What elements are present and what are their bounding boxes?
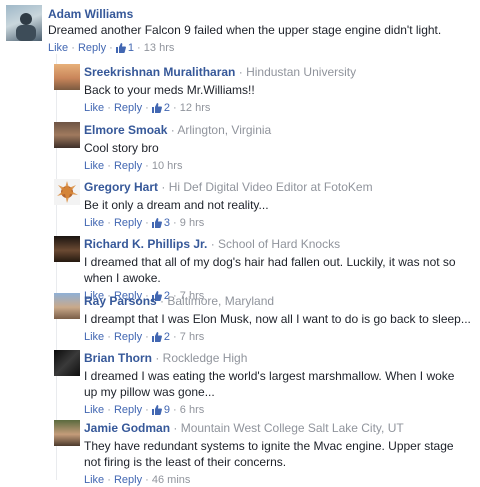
- avatar-illustration-icon: [57, 181, 78, 203]
- like-count[interactable]: 3: [151, 217, 170, 229]
- avatar[interactable]: [54, 122, 80, 148]
- reply-link[interactable]: Reply: [114, 160, 142, 172]
- like-link[interactable]: Like: [84, 160, 104, 172]
- reply-link[interactable]: Reply: [114, 102, 142, 114]
- like-link[interactable]: Like: [84, 102, 104, 114]
- comment-text: They have redundant systems to ignite th…: [84, 439, 454, 469]
- comment-adam-williams: Adam Williams Dreamed another Falcon 9 f…: [6, 5, 476, 55]
- commenter-name[interactable]: Brian Thorn: [84, 351, 152, 365]
- reply-ray-parsons: Ray Parsons · Baltimore, Maryland I drea…: [54, 293, 474, 343]
- commenter-name[interactable]: Adam Williams: [48, 7, 133, 21]
- comment-text: I dreamed I was eating the world's large…: [84, 369, 455, 399]
- reply-link[interactable]: Reply: [114, 474, 142, 486]
- reply-link[interactable]: Reply: [114, 331, 142, 343]
- timestamp[interactable]: 6 hrs: [180, 404, 204, 416]
- commenter-affiliation[interactable]: Hindustan University: [246, 65, 356, 79]
- comment-actions: Like · Reply · 2 · 12 hrs: [84, 102, 211, 114]
- reply-brian-thorn: Brian Thorn · Rockledge High I dreamed I…: [54, 350, 474, 416]
- commenter-affiliation[interactable]: Arlington, Virginia: [177, 123, 271, 137]
- commenter-name[interactable]: Richard K. Phillips Jr.: [84, 237, 207, 251]
- comment-text: I dreamed that all of my dog's hair had …: [84, 255, 456, 285]
- reply-sreekrishnan-muralitharan: Sreekrishnan Muralitharan · Hindustan Un…: [54, 64, 474, 114]
- thumbs-up-icon: [151, 405, 162, 415]
- commenter-affiliation[interactable]: Baltimore, Maryland: [167, 294, 274, 308]
- reply-link[interactable]: Reply: [78, 42, 106, 54]
- reply-richard-k-phillips-jr: Richard K. Phillips Jr. · School of Hard…: [54, 236, 474, 302]
- commenter-affiliation[interactable]: Hi Def Digital Video Editor at FotoKem: [169, 180, 373, 194]
- timestamp[interactable]: 12 hrs: [180, 102, 211, 114]
- thumbs-up-icon: [151, 103, 162, 113]
- like-link[interactable]: Like: [84, 331, 104, 343]
- commenter-affiliation[interactable]: Mountain West College Salt Lake City, UT: [181, 421, 404, 435]
- comment-actions: Like · Reply · 2 · 7 hrs: [84, 331, 205, 343]
- timestamp[interactable]: 13 hrs: [144, 42, 175, 54]
- timestamp[interactable]: 9 hrs: [180, 217, 204, 229]
- comment-actions: Like · Reply · 3 · 9 hrs: [84, 217, 205, 229]
- commenter-name[interactable]: Sreekrishnan Muralitharan: [84, 65, 235, 79]
- like-link[interactable]: Like: [84, 217, 104, 229]
- like-count[interactable]: 9: [151, 404, 170, 416]
- commenter-name[interactable]: Elmore Smoak: [84, 123, 167, 137]
- comment-actions: Like · Reply · 10 hrs: [84, 160, 183, 172]
- like-count[interactable]: 1: [115, 42, 134, 54]
- comment-text: Cool story bro: [84, 141, 159, 155]
- reply-elmore-smoak: Elmore Smoak · Arlington, Virginia Cool …: [54, 122, 474, 172]
- comment-actions: Like · Reply · 9 · 6 hrs: [84, 404, 205, 416]
- commenter-affiliation[interactable]: Rockledge High: [163, 351, 248, 365]
- like-link[interactable]: Like: [84, 404, 104, 416]
- avatar[interactable]: [6, 5, 42, 41]
- comment-actions: Like · Reply · 1 · 13 hrs: [48, 42, 175, 54]
- avatar[interactable]: [54, 420, 80, 446]
- comment-text: Be it only a dream and not reality...: [84, 198, 269, 212]
- reply-gregory-hart: Gregory Hart · Hi Def Digital Video Edit…: [54, 179, 474, 229]
- avatar[interactable]: [54, 293, 80, 319]
- avatar[interactable]: [54, 350, 80, 376]
- reply-link[interactable]: Reply: [114, 217, 142, 229]
- timestamp[interactable]: 7 hrs: [180, 331, 204, 343]
- avatar[interactable]: [54, 236, 80, 262]
- thumbs-up-icon: [151, 332, 162, 342]
- avatar[interactable]: [54, 179, 80, 205]
- commenter-name[interactable]: Gregory Hart: [84, 180, 158, 194]
- like-count[interactable]: 2: [151, 331, 170, 343]
- like-link[interactable]: Like: [48, 42, 68, 54]
- comment-actions: Like · Reply · 46 mins: [84, 474, 191, 486]
- reply-jamie-godman: Jamie Godman · Mountain West College Sal…: [54, 420, 474, 486]
- comment-text: Back to your meds Mr.Williams!!: [84, 83, 255, 97]
- commenter-name[interactable]: Jamie Godman: [84, 421, 170, 435]
- like-link[interactable]: Like: [84, 474, 104, 486]
- comment-text: I dreampt that I was Elon Musk, now all …: [84, 312, 471, 326]
- avatar[interactable]: [54, 64, 80, 90]
- like-count[interactable]: 2: [151, 102, 170, 114]
- thumbs-up-icon: [115, 43, 126, 53]
- timestamp[interactable]: 46 mins: [152, 474, 191, 486]
- avatar-photo-icon: [16, 13, 36, 41]
- commenter-name[interactable]: Ray Parsons: [84, 294, 157, 308]
- commenter-affiliation[interactable]: School of Hard Knocks: [218, 237, 340, 251]
- thumbs-up-icon: [151, 218, 162, 228]
- timestamp[interactable]: 10 hrs: [152, 160, 183, 172]
- reply-link[interactable]: Reply: [114, 404, 142, 416]
- comment-text: Dreamed another Falcon 9 failed when the…: [48, 23, 442, 37]
